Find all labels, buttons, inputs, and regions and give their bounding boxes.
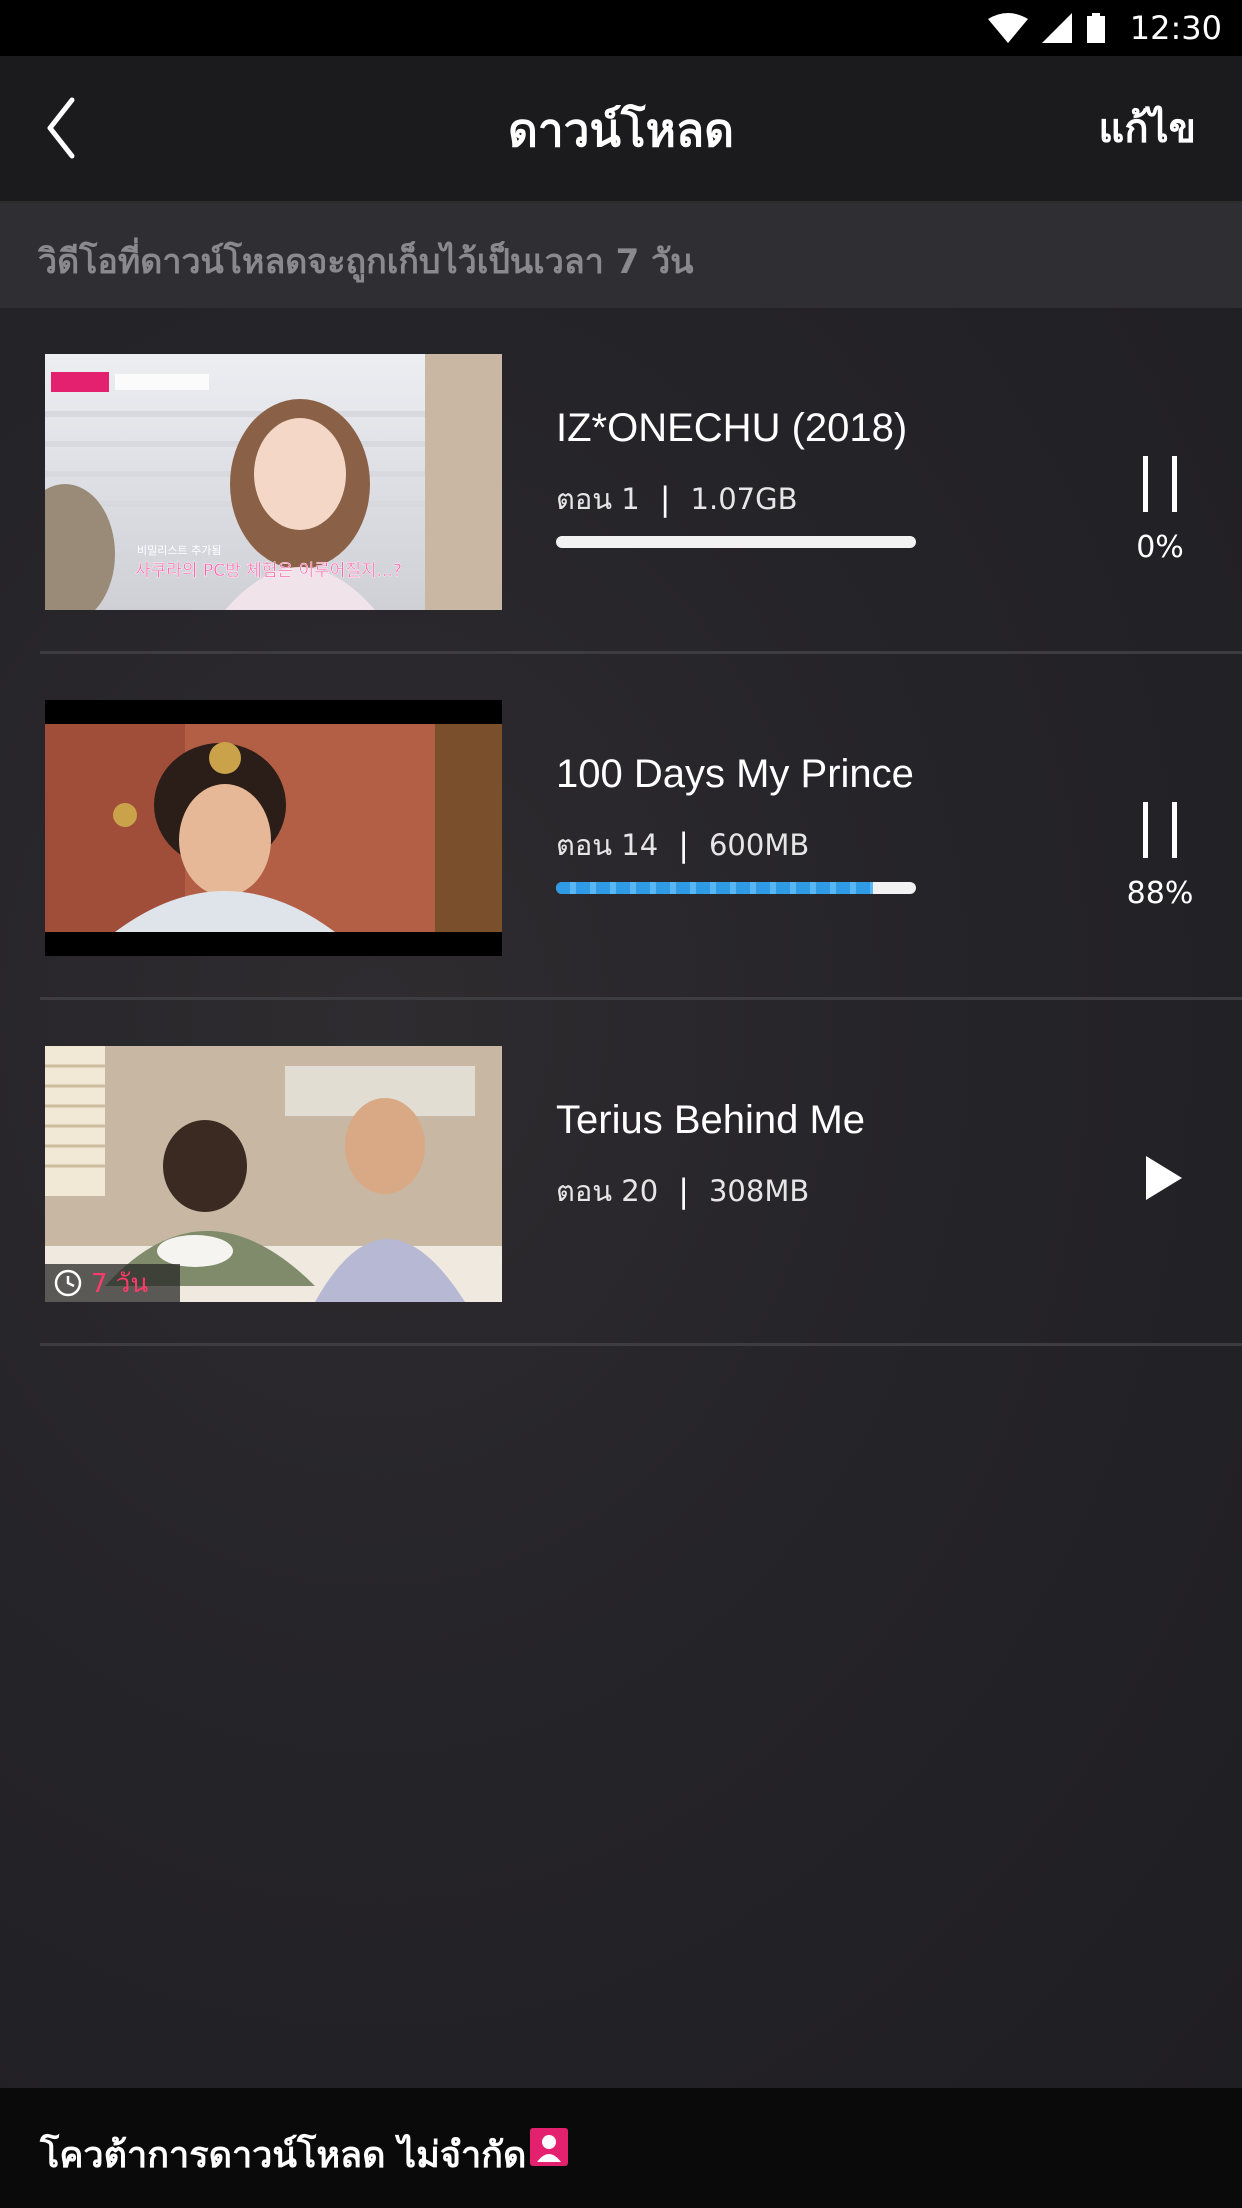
download-quota-text: โควต้าการดาวน์โหลด ไม่จำกัด xyxy=(40,2135,527,2176)
video-thumbnail[interactable]: 7 วัน xyxy=(45,1046,502,1302)
downloads-list: 비밀리스트 추가됨 사쿠라의 PC방 체험은 이루어질지...? IZ*ONEC… xyxy=(0,308,1242,2088)
meta-separator: | xyxy=(659,480,671,518)
download-meta: ตอน 14 | 600MB xyxy=(556,822,809,868)
progress-percent: 88% xyxy=(1126,876,1194,911)
clock-icon xyxy=(54,1269,82,1297)
user-icon xyxy=(530,2128,568,2166)
episode-label: ตอน 1 xyxy=(556,482,640,516)
meta-separator: | xyxy=(678,826,689,864)
thumbnail-caption: 사쿠라의 PC방 체험은 이루어질지...? xyxy=(135,561,402,581)
status-bar: 12:30 xyxy=(0,0,1242,56)
episode-label: ตอน 14 xyxy=(556,828,659,862)
download-item[interactable]: 100 Days My Prince ตอน 14 | 600MB 88% xyxy=(0,654,1242,1000)
play-icon xyxy=(1146,1156,1182,1200)
download-item[interactable]: 7 วัน Terius Behind Me ตอน 20 | 308MB xyxy=(0,1000,1242,1346)
video-thumbnail[interactable] xyxy=(45,700,502,956)
pause-icon xyxy=(1143,456,1177,512)
download-title: Terius Behind Me xyxy=(556,1098,866,1142)
download-meta: ตอน 1 | 1.07GB xyxy=(556,476,797,522)
retention-notice: วิดีโอที่ดาวน์โหลดจะถูกเก็บไว้เป็นเวลา 7… xyxy=(0,204,1242,308)
video-thumbnail[interactable]: 비밀리스트 추가됨 사쿠라의 PC방 체험은 이루어질지...? xyxy=(45,354,502,610)
download-title: 100 Days My Prince xyxy=(556,752,914,796)
item-divider xyxy=(40,1343,1242,1346)
download-progress-bar xyxy=(556,536,916,548)
episode-label: ตอน 20 xyxy=(556,1174,659,1208)
meta-separator: | xyxy=(678,1172,689,1210)
file-size: 600MB xyxy=(708,828,810,862)
status-time: 12:30 xyxy=(1129,9,1222,47)
edit-button[interactable]: แก้ไข xyxy=(1099,96,1196,160)
pause-button[interactable] xyxy=(1130,454,1190,514)
app-header: ดาวน์โหลด แก้ไข xyxy=(0,56,1242,204)
download-progress-fill xyxy=(556,882,873,894)
wifi-icon xyxy=(987,13,1028,43)
download-title: IZ*ONECHU (2018) xyxy=(556,406,908,450)
file-size: 1.07GB xyxy=(690,482,798,516)
download-quota-bar[interactable]: โควต้าการดาวน์โหลด ไม่จำกัด xyxy=(0,2088,1242,2208)
file-size: 308MB xyxy=(708,1174,810,1208)
page-title: ดาวน์โหลด xyxy=(507,103,735,157)
retention-notice-text: วิดีโอที่ดาวน์โหลดจะถูกเก็บไว้เป็นเวลา 7… xyxy=(38,242,694,282)
play-button[interactable] xyxy=(1130,1148,1190,1208)
expiry-text: 7 วัน xyxy=(91,1268,149,1299)
download-progress-bar xyxy=(556,882,916,894)
battery-icon xyxy=(1086,13,1105,43)
download-meta: ตอน 20 | 308MB xyxy=(556,1168,809,1214)
pause-button[interactable] xyxy=(1130,800,1190,860)
thumbnail-caption-top: 비밀리스트 추가됨 xyxy=(137,544,221,557)
cellular-signal-icon xyxy=(1041,13,1072,43)
pause-icon xyxy=(1143,802,1177,858)
expiry-badge: 7 วัน xyxy=(45,1264,180,1302)
download-item[interactable]: 비밀리스트 추가됨 사쿠라의 PC방 체험은 이루어질지...? IZ*ONEC… xyxy=(0,308,1242,654)
progress-percent: 0% xyxy=(1136,530,1184,565)
